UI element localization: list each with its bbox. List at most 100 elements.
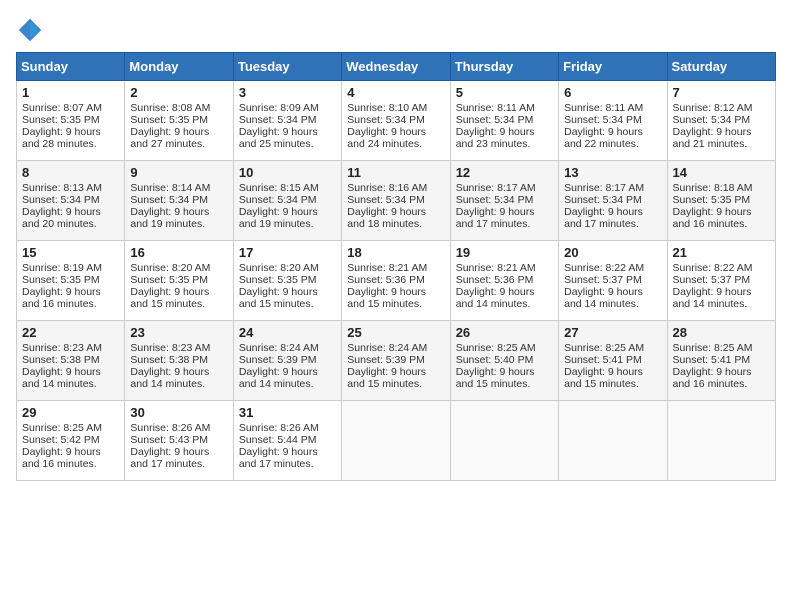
day-cell: 31Sunrise: 8:26 AMSunset: 5:44 PMDayligh… (233, 401, 341, 481)
day-info-line: Sunrise: 8:11 AM (564, 102, 661, 114)
day-info-line: Sunset: 5:34 PM (564, 114, 661, 126)
day-info-line: Sunset: 5:35 PM (22, 274, 119, 286)
day-cell: 27Sunrise: 8:25 AMSunset: 5:41 PMDayligh… (559, 321, 667, 401)
day-info-line: Sunrise: 8:07 AM (22, 102, 119, 114)
day-cell: 3Sunrise: 8:09 AMSunset: 5:34 PMDaylight… (233, 81, 341, 161)
day-number: 3 (239, 85, 336, 100)
day-number: 24 (239, 325, 336, 340)
logo (16, 16, 48, 44)
day-cell: 16Sunrise: 8:20 AMSunset: 5:35 PMDayligh… (125, 241, 233, 321)
day-cell: 19Sunrise: 8:21 AMSunset: 5:36 PMDayligh… (450, 241, 558, 321)
day-cell: 25Sunrise: 8:24 AMSunset: 5:39 PMDayligh… (342, 321, 450, 401)
day-info-line: Sunrise: 8:23 AM (22, 342, 119, 354)
day-cell: 13Sunrise: 8:17 AMSunset: 5:34 PMDayligh… (559, 161, 667, 241)
day-info-line: Daylight: 9 hours and 24 minutes. (347, 126, 444, 150)
day-info-line: Sunrise: 8:25 AM (22, 422, 119, 434)
day-cell (559, 401, 667, 481)
day-info-line: Sunset: 5:41 PM (564, 354, 661, 366)
day-number: 18 (347, 245, 444, 260)
day-info-line: Daylight: 9 hours and 28 minutes. (22, 126, 119, 150)
day-info-line: Sunrise: 8:26 AM (239, 422, 336, 434)
day-number: 30 (130, 405, 227, 420)
day-info-line: Sunset: 5:40 PM (456, 354, 553, 366)
week-row-4: 22Sunrise: 8:23 AMSunset: 5:38 PMDayligh… (17, 321, 776, 401)
day-info-line: Sunrise: 8:12 AM (673, 102, 770, 114)
day-info-line: Sunrise: 8:10 AM (347, 102, 444, 114)
week-row-1: 1Sunrise: 8:07 AMSunset: 5:35 PMDaylight… (17, 81, 776, 161)
day-number: 26 (456, 325, 553, 340)
day-info-line: Sunrise: 8:13 AM (22, 182, 119, 194)
day-info-line: Sunrise: 8:23 AM (130, 342, 227, 354)
page-header (16, 16, 776, 44)
day-cell (342, 401, 450, 481)
day-info-line: Sunset: 5:34 PM (456, 194, 553, 206)
day-number: 20 (564, 245, 661, 260)
header-cell-saturday: Saturday (667, 53, 775, 81)
day-info-line: Daylight: 9 hours and 16 minutes. (22, 286, 119, 310)
day-info-line: Daylight: 9 hours and 23 minutes. (456, 126, 553, 150)
day-number: 8 (22, 165, 119, 180)
week-row-3: 15Sunrise: 8:19 AMSunset: 5:35 PMDayligh… (17, 241, 776, 321)
day-info-line: Sunset: 5:34 PM (22, 194, 119, 206)
day-cell: 26Sunrise: 8:25 AMSunset: 5:40 PMDayligh… (450, 321, 558, 401)
day-info-line: Daylight: 9 hours and 15 minutes. (347, 286, 444, 310)
day-number: 12 (456, 165, 553, 180)
day-number: 11 (347, 165, 444, 180)
day-info-line: Sunrise: 8:17 AM (564, 182, 661, 194)
header-cell-friday: Friday (559, 53, 667, 81)
day-info-line: Sunset: 5:37 PM (564, 274, 661, 286)
day-info-line: Sunset: 5:38 PM (22, 354, 119, 366)
day-info-line: Sunrise: 8:21 AM (456, 262, 553, 274)
calendar-header-row: SundayMondayTuesdayWednesdayThursdayFrid… (17, 53, 776, 81)
logo-icon (16, 16, 44, 44)
day-info-line: Daylight: 9 hours and 14 minutes. (456, 286, 553, 310)
day-info-line: Sunset: 5:34 PM (456, 114, 553, 126)
day-info-line: Daylight: 9 hours and 15 minutes. (130, 286, 227, 310)
day-info-line: Sunrise: 8:11 AM (456, 102, 553, 114)
day-info-line: Sunset: 5:39 PM (239, 354, 336, 366)
day-number: 10 (239, 165, 336, 180)
day-cell: 23Sunrise: 8:23 AMSunset: 5:38 PMDayligh… (125, 321, 233, 401)
day-info-line: Sunrise: 8:08 AM (130, 102, 227, 114)
day-cell: 20Sunrise: 8:22 AMSunset: 5:37 PMDayligh… (559, 241, 667, 321)
day-info-line: Daylight: 9 hours and 15 minutes. (456, 366, 553, 390)
header-cell-thursday: Thursday (450, 53, 558, 81)
day-number: 23 (130, 325, 227, 340)
week-row-5: 29Sunrise: 8:25 AMSunset: 5:42 PMDayligh… (17, 401, 776, 481)
day-cell: 12Sunrise: 8:17 AMSunset: 5:34 PMDayligh… (450, 161, 558, 241)
day-info-line: Daylight: 9 hours and 15 minutes. (347, 366, 444, 390)
day-info-line: Sunrise: 8:14 AM (130, 182, 227, 194)
day-number: 1 (22, 85, 119, 100)
day-number: 22 (22, 325, 119, 340)
day-cell: 21Sunrise: 8:22 AMSunset: 5:37 PMDayligh… (667, 241, 775, 321)
day-cell: 4Sunrise: 8:10 AMSunset: 5:34 PMDaylight… (342, 81, 450, 161)
day-info-line: Sunset: 5:44 PM (239, 434, 336, 446)
day-cell: 7Sunrise: 8:12 AMSunset: 5:34 PMDaylight… (667, 81, 775, 161)
day-number: 9 (130, 165, 227, 180)
header-cell-wednesday: Wednesday (342, 53, 450, 81)
day-cell: 5 Sunrise: 8:11 AMSunset: 5:34 PMDaylight… (450, 81, 558, 161)
day-info-line: Daylight: 9 hours and 14 minutes. (673, 286, 770, 310)
day-info-line: Sunrise: 8:24 AM (239, 342, 336, 354)
day-info-line: Daylight: 9 hours and 14 minutes. (130, 366, 227, 390)
day-number: 5 (456, 85, 553, 100)
day-info-line: Daylight: 9 hours and 17 minutes. (456, 206, 553, 230)
day-info-line: Daylight: 9 hours and 19 minutes. (130, 206, 227, 230)
day-info-line: Sunset: 5:35 PM (239, 274, 336, 286)
day-info-line: Sunrise: 8:15 AM (239, 182, 336, 194)
day-number: 15 (22, 245, 119, 260)
day-info-line: Sunset: 5:39 PM (347, 354, 444, 366)
day-cell: 1Sunrise: 8:07 AMSunset: 5:35 PMDaylight… (17, 81, 125, 161)
day-info-line: Sunset: 5:34 PM (130, 194, 227, 206)
day-info-line: Daylight: 9 hours and 16 minutes. (673, 366, 770, 390)
header-cell-sunday: Sunday (17, 53, 125, 81)
day-number: 6 (564, 85, 661, 100)
day-info-line: Sunset: 5:37 PM (673, 274, 770, 286)
day-info-line: Sunrise: 8:22 AM (564, 262, 661, 274)
week-row-2: 8Sunrise: 8:13 AMSunset: 5:34 PMDaylight… (17, 161, 776, 241)
day-info-line: Sunrise: 8:19 AM (22, 262, 119, 274)
day-number: 4 (347, 85, 444, 100)
day-number: 2 (130, 85, 227, 100)
day-info-line: Daylight: 9 hours and 27 minutes. (130, 126, 227, 150)
day-info-line: Daylight: 9 hours and 15 minutes. (564, 366, 661, 390)
